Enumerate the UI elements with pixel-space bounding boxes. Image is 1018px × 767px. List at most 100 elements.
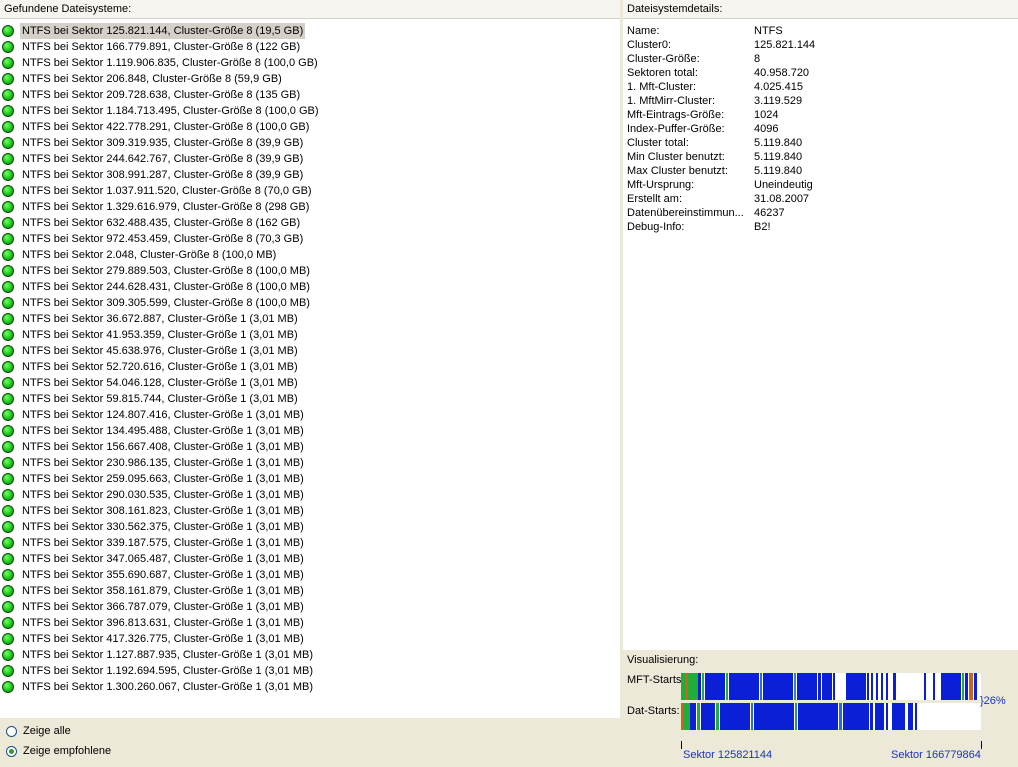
green-status-dot-icon — [2, 473, 14, 485]
filesystem-item-label: NTFS bei Sektor 166.779.891, Cluster-Grö… — [22, 41, 301, 53]
filesystem-item-label: NTFS bei Sektor 45.638.976, Cluster-Größ… — [22, 345, 298, 357]
filesystem-item[interactable]: NTFS bei Sektor 230.986.135, Cluster-Grö… — [2, 455, 306, 471]
detail-row: Cluster-Größe: 8 — [627, 52, 1007, 66]
show-recommended-radio[interactable] — [6, 745, 17, 757]
filesystem-item-label: NTFS bei Sektor 59.815.744, Cluster-Größ… — [22, 393, 298, 405]
filesystem-item[interactable]: NTFS bei Sektor 156.667.408, Cluster-Grö… — [2, 439, 306, 455]
filesystem-item[interactable]: NTFS bei Sektor 366.787.079, Cluster-Grö… — [2, 599, 306, 615]
filesystem-item[interactable]: NTFS bei Sektor 41.953.359, Cluster-Größ… — [2, 327, 300, 343]
filesystem-item[interactable]: NTFS bei Sektor 339.187.575, Cluster-Grö… — [2, 535, 306, 551]
filesystem-item[interactable]: NTFS bei Sektor 1.184.713.495, Cluster-G… — [2, 103, 321, 119]
filesystem-item[interactable]: NTFS bei Sektor 125.821.144, Cluster-Grö… — [2, 23, 306, 39]
detail-label: Name: — [627, 25, 660, 37]
filesystem-item-label: NTFS bei Sektor 309.319.935, Cluster-Grö… — [22, 137, 304, 149]
visualization-stripe — [886, 673, 888, 700]
filesystem-item[interactable]: NTFS bei Sektor 417.326.775, Cluster-Grö… — [2, 631, 306, 647]
filesystem-item[interactable]: NTFS bei Sektor 396.813.631, Cluster-Grö… — [2, 615, 306, 631]
filesystem-item[interactable]: NTFS bei Sektor 347.065.487, Cluster-Grö… — [2, 551, 306, 567]
visualization-stripe — [751, 703, 753, 730]
filesystem-item[interactable]: NTFS bei Sektor 52.720.616, Cluster-Größ… — [2, 359, 300, 375]
filesystem-item[interactable]: NTFS bei Sektor 422.778.291, Cluster-Grö… — [2, 119, 311, 135]
filesystem-item[interactable]: NTFS bei Sektor 45.638.976, Cluster-Größ… — [2, 343, 300, 359]
visualization-stripe — [794, 673, 796, 700]
visualization-stripe — [684, 703, 690, 730]
filesystem-item[interactable]: NTFS bei Sektor 54.046.128, Cluster-Größ… — [2, 375, 300, 391]
filesystem-item[interactable]: NTFS bei Sektor 59.815.744, Cluster-Größ… — [2, 391, 300, 407]
filesystem-item[interactable]: NTFS bei Sektor 1.300.260.067, Cluster-G… — [2, 679, 315, 695]
filesystem-item-label: NTFS bei Sektor 1.037.911.520, Cluster-G… — [22, 185, 312, 197]
visualization-stripe — [685, 673, 688, 700]
filesystem-item-label: NTFS bei Sektor 244.628.431, Cluster-Grö… — [22, 281, 310, 293]
filesystem-item[interactable]: NTFS bei Sektor 308.161.823, Cluster-Grö… — [2, 503, 306, 519]
filesystem-item[interactable]: NTFS bei Sektor 259.095.663, Cluster-Grö… — [2, 471, 306, 487]
filesystem-item[interactable]: NTFS bei Sektor 290.030.535, Cluster-Grö… — [2, 487, 306, 503]
detail-value: 5.119.840 — [754, 137, 803, 149]
filesystem-item[interactable]: NTFS bei Sektor 1.329.616.979, Cluster-G… — [2, 199, 311, 215]
filesystem-item[interactable]: NTFS bei Sektor 309.319.935, Cluster-Grö… — [2, 135, 305, 151]
detail-label: Mft-Eintrags-Größe: — [627, 109, 725, 121]
filesystem-item-label: NTFS bei Sektor 124.807.416, Cluster-Grö… — [22, 409, 304, 421]
filesystem-item[interactable]: NTFS bei Sektor 358.161.879, Cluster-Grö… — [2, 583, 306, 599]
filesystem-item[interactable]: NTFS bei Sektor 330.562.375, Cluster-Grö… — [2, 519, 306, 535]
visualization-stripe — [697, 703, 700, 730]
show-recommended-option[interactable]: Zeige empfohlene — [6, 742, 111, 760]
detail-row: Min Cluster benutzt: 5.119.840 — [627, 150, 1007, 164]
filesystem-item[interactable]: NTFS bei Sektor 1.127.887.935, Cluster-G… — [2, 647, 315, 663]
filesystem-item[interactable]: NTFS bei Sektor 1.037.911.520, Cluster-G… — [2, 183, 314, 199]
filesystem-item[interactable]: NTFS bei Sektor 134.495.488, Cluster-Grö… — [2, 423, 306, 439]
filesystem-item[interactable]: NTFS bei Sektor 166.779.891, Cluster-Grö… — [2, 39, 302, 55]
detail-row: Erstellt am: 31.08.2007 — [627, 192, 1007, 206]
end-tick — [981, 741, 982, 749]
filesystem-list[interactable]: NTFS bei Sektor 125.821.144, Cluster-Grö… — [0, 19, 620, 718]
filesystem-item[interactable]: NTFS bei Sektor 36.672.887, Cluster-Größ… — [2, 311, 300, 327]
visualization-stripe — [846, 673, 866, 700]
detail-row: 1. Mft-Cluster: 4.025.415 — [627, 80, 1007, 94]
green-status-dot-icon — [2, 249, 14, 261]
filesystem-item[interactable]: NTFS bei Sektor 308.991.287, Cluster-Grö… — [2, 167, 305, 183]
filesystem-item[interactable]: NTFS bei Sektor 124.807.416, Cluster-Grö… — [2, 407, 306, 423]
filesystem-item-label: NTFS bei Sektor 156.667.408, Cluster-Grö… — [22, 441, 304, 453]
visualization-stripe — [720, 703, 750, 730]
filesystem-item[interactable]: NTFS bei Sektor 209.728.638, Cluster-Grö… — [2, 87, 302, 103]
green-status-dot-icon — [2, 665, 14, 677]
detail-row: Max Cluster benutzt: 5.119.840 — [627, 164, 1007, 178]
visualization-stripe — [870, 703, 873, 730]
green-status-dot-icon — [2, 217, 14, 229]
green-status-dot-icon — [2, 201, 14, 213]
filesystem-item[interactable]: NTFS bei Sektor 355.690.687, Cluster-Grö… — [2, 567, 306, 583]
filesystem-item[interactable]: NTFS bei Sektor 2.048, Cluster-Größe 8 (… — [2, 247, 278, 263]
filesystem-item[interactable]: NTFS bei Sektor 1.192.694.595, Cluster-G… — [2, 663, 315, 679]
show-all-radio[interactable] — [6, 725, 17, 737]
sector-start-label: Sektor 125821144 — [683, 749, 773, 761]
visualization-stripe — [729, 673, 759, 700]
filesystem-item[interactable]: NTFS bei Sektor 244.628.431, Cluster-Grö… — [2, 279, 312, 295]
visualization-stripe — [798, 703, 838, 730]
filesystem-item-label: NTFS bei Sektor 308.161.823, Cluster-Grö… — [22, 505, 304, 517]
filesystem-item-label: NTFS bei Sektor 2.048, Cluster-Größe 8 (… — [22, 249, 277, 261]
filesystem-item[interactable]: NTFS bei Sektor 309.305.599, Cluster-Grö… — [2, 295, 312, 311]
green-status-dot-icon — [2, 105, 14, 117]
visualization-stripe — [941, 673, 961, 700]
green-status-dot-icon — [2, 649, 14, 661]
filesystem-item-label: NTFS bei Sektor 125.821.144, Cluster-Grö… — [20, 23, 306, 39]
visualization-stripe — [726, 673, 728, 700]
green-status-dot-icon — [2, 41, 14, 53]
filesystem-item[interactable]: NTFS bei Sektor 972.453.459, Cluster-Grö… — [2, 231, 305, 247]
filesystem-item[interactable]: NTFS bei Sektor 1.119.906.835, Cluster-G… — [2, 55, 320, 71]
filesystem-item-label: NTFS bei Sektor 209.728.638, Cluster-Grö… — [22, 89, 301, 101]
green-status-dot-icon — [2, 329, 14, 341]
filesystem-item[interactable]: NTFS bei Sektor 632.488.435, Cluster-Grö… — [2, 215, 302, 231]
detail-label: Cluster total: — [627, 137, 689, 149]
detail-value: 125.821.144 — [754, 39, 816, 51]
filesystem-item[interactable]: NTFS bei Sektor 206.848, Cluster-Größe 8… — [2, 71, 284, 87]
detail-row: Mft-Eintrags-Größe: 1024 — [627, 108, 1007, 122]
visualization-stripe — [833, 673, 835, 700]
green-status-dot-icon — [2, 537, 14, 549]
detail-value: 8 — [754, 53, 761, 65]
filesystem-item[interactable]: NTFS bei Sektor 279.889.503, Cluster-Grö… — [2, 263, 312, 279]
show-all-option[interactable]: Zeige alle — [6, 722, 71, 740]
visualization-stripe — [908, 703, 913, 730]
green-status-dot-icon — [2, 377, 14, 389]
filesystem-item[interactable]: NTFS bei Sektor 244.642.767, Cluster-Grö… — [2, 151, 305, 167]
filesystem-item-label: NTFS bei Sektor 355.690.687, Cluster-Grö… — [22, 569, 304, 581]
